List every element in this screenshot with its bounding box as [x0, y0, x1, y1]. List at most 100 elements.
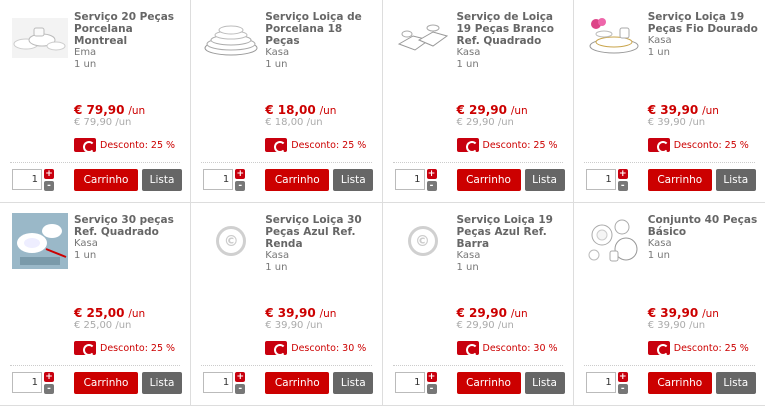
divider — [583, 162, 755, 163]
add-to-cart-button[interactable]: Carrinho — [265, 169, 330, 191]
quantity-input[interactable]: 1 — [203, 169, 234, 190]
add-to-list-button[interactable]: Lista — [333, 372, 374, 394]
product-price: € 25,00 /un — [74, 306, 145, 320]
discount-icon — [647, 138, 670, 153]
product-image[interactable] — [586, 10, 642, 66]
product-old-price: € 79,90 /un — [74, 117, 132, 128]
add-to-cart-button[interactable]: Carrinho — [74, 169, 138, 191]
add-to-list-button[interactable]: Lista — [524, 372, 565, 394]
product-name[interactable]: Serviço Loiça 30 Peças Azul Ref. Renda — [265, 214, 375, 250]
product-card: Serviço de Loiça 19 Peças Branco Ref. Qu… — [382, 0, 574, 203]
product-name[interactable]: Serviço de Loiça 19 Peças Branco Ref. Qu… — [457, 11, 567, 47]
price-value: € 79,90 — [74, 103, 125, 117]
add-to-list-button[interactable]: Lista — [524, 169, 565, 191]
product-image[interactable]: © — [395, 213, 451, 269]
quantity-input[interactable]: 1 — [203, 372, 234, 393]
discount-label: Desconto: 25 % — [482, 139, 558, 151]
add-to-list-button[interactable]: Lista — [715, 169, 756, 191]
image-placeholder-icon: © — [216, 226, 247, 256]
divider — [10, 365, 181, 366]
gold-dishes-icon — [589, 18, 639, 54]
add-to-list-button[interactable]: Lista — [715, 372, 756, 394]
quantity-input[interactable]: 1 — [585, 372, 616, 393]
discount-label: Desconto: 30 % — [291, 342, 367, 354]
product-card: Serviço 30 peças Ref. Quadrado Kasa 1 un… — [0, 203, 192, 406]
price-unit: /un — [128, 308, 146, 320]
discount-badge: Desconto: 30 % — [456, 341, 558, 356]
product-old-price: € 18,00 /un — [265, 117, 323, 128]
quantity-minus-button[interactable]: - — [426, 384, 437, 394]
quantity-minus-button[interactable]: - — [44, 181, 54, 191]
add-to-list-button[interactable]: Lista — [333, 169, 374, 191]
price-unit: /un — [702, 308, 719, 320]
product-brand: Kasa — [74, 238, 98, 249]
add-to-list-button[interactable]: Lista — [142, 372, 182, 394]
add-to-cart-button[interactable]: Carrinho — [74, 372, 138, 394]
dish-set-icon — [12, 18, 68, 58]
product-brand: Kasa — [265, 47, 290, 58]
discount-badge: Desconto: 30 % — [265, 341, 367, 356]
add-to-cart-button[interactable]: Carrinho — [456, 169, 521, 191]
divider — [201, 365, 372, 366]
product-image[interactable] — [586, 213, 642, 269]
product-info: Serviço Loiça 30 Peças Azul Ref. Renda K… — [265, 214, 375, 274]
quantity-input[interactable]: 1 — [394, 169, 425, 190]
price-value: € 29,90 — [456, 103, 507, 117]
quantity-plus-button[interactable]: + — [617, 169, 628, 179]
product-image[interactable] — [395, 10, 451, 66]
quantity-plus-button[interactable]: + — [426, 372, 437, 382]
product-price: € 39,90 /un — [648, 306, 719, 320]
quantity-input[interactable]: 1 — [585, 169, 616, 190]
divider — [392, 162, 563, 163]
add-to-cart-button[interactable]: Carrinho — [456, 372, 521, 394]
product-price: € 79,90 /un — [74, 103, 145, 117]
quantity-plus-button[interactable]: + — [44, 372, 54, 382]
product-old-price: € 39,90 /un — [265, 320, 323, 331]
quantity-plus-button[interactable]: + — [426, 169, 437, 179]
add-to-cart-button[interactable]: Carrinho — [647, 372, 712, 394]
product-brand: Kasa — [647, 35, 672, 46]
quantity-plus-button[interactable]: + — [617, 372, 628, 382]
quantity-minus-button[interactable]: - — [617, 181, 628, 191]
add-to-cart-button[interactable]: Carrinho — [265, 372, 330, 394]
product-name[interactable]: Serviço 30 peças Ref. Quadrado — [74, 214, 184, 238]
price-unit: /un — [510, 105, 528, 117]
product-image[interactable] — [203, 10, 259, 66]
product-price: € 39,90 /un — [648, 103, 719, 117]
product-card: Serviço 20 Peças Porcelana Montreal Ema … — [0, 0, 192, 203]
product-name[interactable]: Serviço Loiça 19 Peças Azul Ref. Barra — [457, 214, 567, 250]
quantity-minus-button[interactable]: - — [617, 384, 628, 394]
price-unit: /un — [319, 308, 337, 320]
product-old-price: € 39,90 /un — [647, 320, 706, 331]
product-card: © Serviço Loiça 30 Peças Azul Ref. Renda… — [191, 203, 383, 406]
discount-badge: Desconto: 25 % — [265, 138, 367, 153]
quantity-minus-button[interactable]: - — [235, 181, 246, 191]
product-info: Serviço de Loiça 19 Peças Branco Ref. Qu… — [457, 11, 567, 71]
product-old-price: € 29,90 /un — [456, 320, 514, 331]
quantity-plus-button[interactable]: + — [235, 372, 246, 382]
add-to-list-button[interactable]: Lista — [142, 169, 182, 191]
price-unit: /un — [702, 105, 719, 117]
discount-label: Desconto: 25 % — [291, 139, 367, 151]
quantity-plus-button[interactable]: + — [235, 169, 246, 179]
quantity-input[interactable]: 1 — [12, 169, 42, 190]
product-brand: Kasa — [456, 47, 481, 58]
product-name[interactable]: Serviço Loiça 19 Peças Fio Dourado — [648, 11, 759, 35]
quantity-plus-button[interactable]: + — [44, 169, 54, 179]
product-unit: 1 un — [74, 59, 97, 70]
product-image[interactable] — [12, 10, 68, 66]
product-image[interactable]: © — [203, 213, 259, 269]
product-name[interactable]: Serviço Loiça de Porcelana 18 Peças — [265, 11, 375, 47]
quantity-minus-button[interactable]: - — [426, 181, 437, 191]
discount-label: Desconto: 25 % — [100, 139, 176, 151]
add-to-cart-button[interactable]: Carrinho — [647, 169, 712, 191]
product-unit: 1 un — [265, 59, 288, 70]
quantity-minus-button[interactable]: - — [235, 384, 246, 394]
product-name[interactable]: Conjunto 40 Peças Básico — [648, 214, 759, 238]
quantity-input[interactable]: 1 — [12, 372, 42, 393]
product-image[interactable] — [12, 213, 68, 269]
quantity-minus-button[interactable]: - — [44, 384, 54, 394]
product-unit: 1 un — [647, 47, 670, 58]
product-name[interactable]: Serviço 20 Peças Porcelana Montreal — [74, 11, 184, 47]
quantity-input[interactable]: 1 — [394, 372, 425, 393]
